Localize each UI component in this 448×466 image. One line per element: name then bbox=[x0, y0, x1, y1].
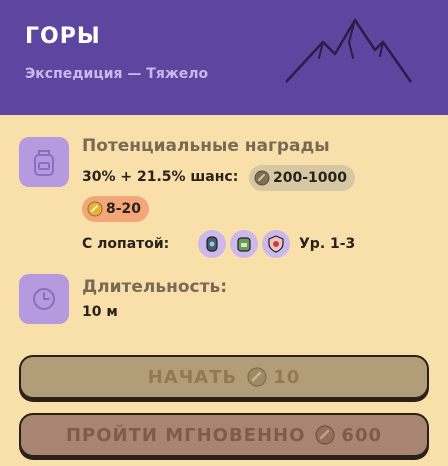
level-text: Ур. 1-3 bbox=[299, 236, 356, 252]
backpack-icon bbox=[19, 137, 69, 187]
coin-icon bbox=[247, 367, 267, 387]
gem-reward-badge: 8-20 bbox=[82, 196, 150, 222]
chance-text: 30% + 21.5% шанс: bbox=[82, 169, 239, 185]
instant-cost: 600 bbox=[341, 424, 382, 446]
mountain-icon bbox=[285, 18, 413, 83]
duration-value: 10 м bbox=[82, 304, 118, 320]
gold-coin-icon bbox=[87, 201, 103, 217]
rewards-label: Потенциальные награды bbox=[82, 136, 330, 156]
coin-icon bbox=[254, 170, 270, 186]
clock-icon bbox=[19, 274, 69, 324]
shield-tool-icon bbox=[262, 230, 290, 258]
start-button[interactable]: НАЧАТЬ 10 bbox=[19, 355, 429, 399]
shovel-label: С лопатой: bbox=[82, 236, 170, 252]
start-cost: 10 bbox=[273, 366, 301, 388]
gem-range: 8-20 bbox=[106, 201, 142, 217]
start-button-label: НАЧАТЬ bbox=[147, 366, 238, 388]
green-bag-icon bbox=[230, 230, 258, 258]
instant-complete-button[interactable]: ПРОЙТИ МГНОВЕННО 600 bbox=[19, 413, 429, 457]
duration-label: Длительность: bbox=[82, 277, 227, 297]
coin-icon bbox=[315, 425, 336, 445]
header: ГОРЫ Экспедиция — Тяжело bbox=[0, 0, 448, 115]
page-title: ГОРЫ bbox=[25, 24, 101, 49]
instant-button-label: ПРОЙТИ МГНОВЕННО bbox=[65, 424, 306, 446]
gem-tool-icon bbox=[198, 230, 226, 258]
coin-reward-badge: 200-1000 bbox=[249, 165, 355, 191]
coin-range: 200-1000 bbox=[273, 170, 347, 186]
expedition-subtitle: Экспедиция — Тяжело bbox=[25, 66, 209, 82]
